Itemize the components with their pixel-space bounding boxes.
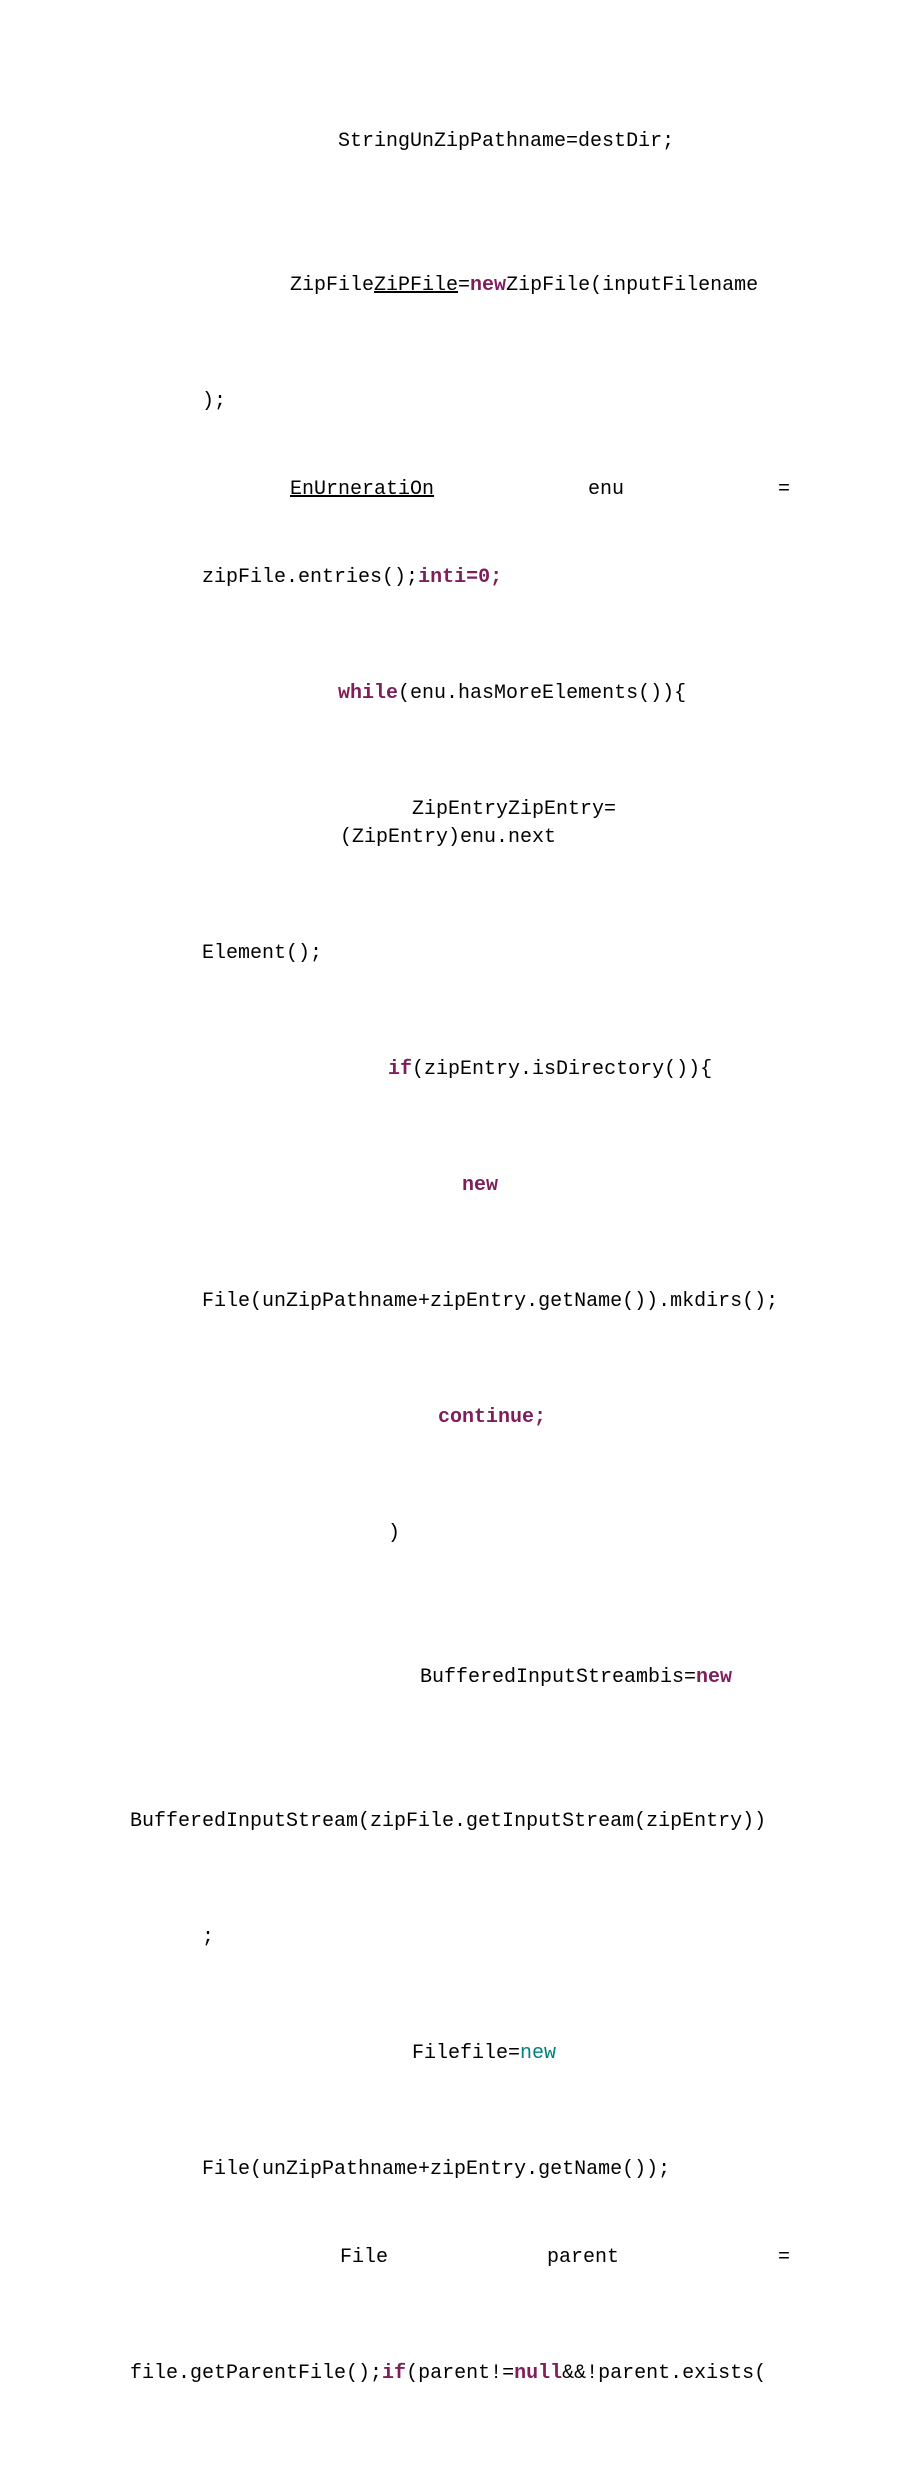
code-line: Element(); bbox=[130, 912, 790, 996]
code-text: = bbox=[778, 476, 790, 504]
code-line: if(zipEntry.isDirectory()){ bbox=[130, 1028, 790, 1112]
code-line: BufferedInputStreambis=new bbox=[130, 1608, 790, 1720]
code-text: = bbox=[778, 2244, 790, 2272]
code-line: File parent = bbox=[130, 2244, 790, 2272]
code-line: ); bbox=[130, 360, 790, 444]
code-line: zipFile.entries();inti=0; bbox=[130, 536, 790, 620]
code-text: File bbox=[340, 2244, 388, 2272]
code-block: BufferedInputStreambis=new BufferedInput… bbox=[130, 1608, 790, 1980]
code-line: StringUnZipPathname=destDir; bbox=[130, 100, 790, 184]
code-text: parent bbox=[547, 2244, 619, 2272]
code-block: ZipEntryZipEntry=(ZipEntry)enu.next Elem… bbox=[130, 768, 790, 996]
keyword-null: null bbox=[514, 2362, 562, 2385]
code-text-underline: ZiPFile bbox=[374, 274, 458, 297]
code-line: while(enu.hasMoreElements()){ bbox=[130, 652, 790, 736]
code-block: Filefile=new File(unZipPathname+zipEntry… bbox=[130, 2012, 790, 2212]
code-text: BufferedInputStream(zipFile.getInputStre… bbox=[130, 1810, 766, 1833]
code-block: new File(unZipPathname+zipEntry.getName(… bbox=[130, 1144, 790, 1344]
code-text: File(unZipPathname+zipEntry.getName()); bbox=[202, 2158, 670, 2181]
code-text-bold: ; bbox=[534, 1406, 546, 1429]
code-text: (zipEntry.isDirectory()){ bbox=[412, 1058, 712, 1081]
code-line: File(unZipPathname+zipEntry.getName()); bbox=[130, 2128, 790, 2212]
code-block: File parent = file.getParentFile();if(pa… bbox=[130, 2244, 790, 2416]
code-line: ) bbox=[130, 1492, 790, 1576]
code-line: ZipEntryZipEntry=(ZipEntry)enu.next bbox=[130, 768, 790, 880]
code-text: StringUnZipPathname=destDir; bbox=[338, 130, 674, 153]
code-line: continue; bbox=[130, 1376, 790, 1460]
code-text: zipFile.entries(); bbox=[202, 566, 418, 589]
code-text: enu bbox=[588, 476, 624, 504]
code-text-underline: EnUrneratiOn bbox=[290, 476, 434, 504]
code-text: File(unZipPathname+zipEntry.getName()).m… bbox=[202, 1290, 778, 1313]
code-text: = bbox=[458, 274, 470, 297]
code-text: ) bbox=[388, 1522, 400, 1545]
keyword-continue: continue bbox=[438, 1406, 534, 1429]
code-document: StringUnZipPathname=destDir; ZipFileZiPF… bbox=[0, 0, 920, 2488]
code-text: Element(); bbox=[202, 942, 322, 965]
code-line: file.getParentFile();if(parent!=null&&!p… bbox=[130, 2304, 790, 2416]
code-text: ZipEntryZipEntry=(ZipEntry)enu.next bbox=[340, 798, 616, 849]
code-text: ; bbox=[202, 1926, 214, 1949]
code-line: Filefile=new bbox=[130, 2012, 790, 2096]
keyword-new: new bbox=[470, 274, 506, 297]
code-text: BufferedInputStreambis= bbox=[420, 1666, 696, 1689]
code-text: (enu. bbox=[398, 682, 458, 705]
code-text: hasMoreElements()){ bbox=[458, 682, 686, 705]
code-text: Filefile= bbox=[412, 2042, 520, 2065]
keyword-new-teal: new bbox=[520, 2042, 556, 2065]
code-block: ZipFileZiPFile=newZipFile(inputFilename … bbox=[130, 216, 790, 444]
keyword-new: new bbox=[462, 1174, 498, 1197]
code-line: new bbox=[130, 1144, 790, 1228]
code-line: BufferedInputStream(zipFile.getInputStre… bbox=[130, 1752, 790, 1864]
code-text: &&!parent.exists( bbox=[562, 2362, 766, 2385]
keyword-if: if bbox=[382, 2362, 406, 2385]
code-text: ZipFile(inputFilename bbox=[506, 274, 758, 297]
keyword-new: new bbox=[696, 1666, 732, 1689]
code-line: EnUrneratiOn enu = bbox=[130, 476, 790, 504]
code-text: (parent!= bbox=[406, 2362, 514, 2385]
code-text: file.getParentFile(); bbox=[130, 2362, 382, 2385]
keyword-if: if bbox=[388, 1058, 412, 1081]
keyword-int: int bbox=[418, 566, 454, 589]
code-text-bold: i=0; bbox=[454, 566, 502, 589]
code-block: EnUrneratiOn enu = zipFile.entries();int… bbox=[130, 476, 790, 620]
code-line: ; bbox=[130, 1896, 790, 1980]
code-text: ); bbox=[202, 390, 226, 413]
code-line: ZipFileZiPFile=newZipFile(inputFilename bbox=[130, 216, 790, 328]
keyword-while: while bbox=[338, 682, 398, 705]
code-text: ZipFile bbox=[290, 274, 374, 297]
code-line: File(unZipPathname+zipEntry.getName()).m… bbox=[130, 1260, 790, 1344]
